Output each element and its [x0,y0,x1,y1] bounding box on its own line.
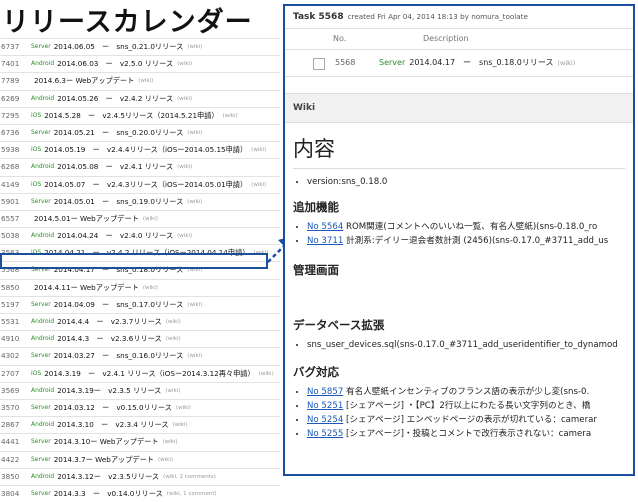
bug-item: No 5251 [シェアページ] ・【PC】2行以上にわたる長い文字列のとき、橋 [307,399,625,413]
task-header: Task 5568 created Fri Apr 04, 2014 18:13 … [285,6,633,29]
task-id[interactable]: 3804 [0,486,31,502]
row-wiki-link[interactable]: (wiki) [558,50,576,76]
task-table-row[interactable]: 5568 Server 2014.04.17 ー sns_0.18.0リリース … [285,50,633,77]
admin-heading: 管理画面 [293,263,339,277]
issue-link[interactable]: No 5255 [307,429,343,439]
col-description: Description [423,34,469,43]
task-table-header: No. Description [285,29,633,50]
issue-link[interactable]: No 3711 [307,236,343,246]
issue-link[interactable]: No 5857 [307,387,343,397]
issue-link[interactable]: No 5251 [307,401,343,411]
version-item: version:sns_0.18.0 [307,175,625,189]
wiki-link[interactable]: (wiki, 1 comment) [167,486,217,502]
task-tracker: Server [31,489,51,497]
row-tracker: Server [379,58,406,67]
feature-item: No 5564 ROM関連(コメントへのいいね一覧、有名人壁紙)(sns-0.1… [307,220,625,234]
issue-link[interactable]: No 5564 [307,222,343,232]
features-heading: 追加機能 [293,200,339,214]
row-no[interactable]: 5568 [335,50,379,76]
bug-item: No 5857 有名人壁紙インセンティブのフランス語の表示が少し変(sns-0. [307,385,625,399]
bug-item: No 5255 [シェアページ]・投稿とコメントで改行表示されない：camera [307,427,625,441]
db-item: sns_user_devices.sql(sns-0.17.0_#3711_ad… [307,338,625,352]
feature-item: No 3711 計測系:デイリー退会者数計測 (2456)(sns-0.17.0… [307,234,625,248]
task-title: Task 5568 [293,12,344,22]
db-heading: データベース拡張 [293,318,385,332]
task-row[interactable]: 3804 Server 2014.3.3 ー v0.14.0リリース (wiki, 1… [0,484,280,502]
row-subject[interactable]: 2014.04.17 ー sns_0.18.0リリース [409,50,553,76]
issue-link[interactable]: No 5254 [307,415,343,425]
wiki-section-bar: Wiki [285,93,633,123]
wiki-content: 内容 version:sns_0.18.0 追加機能 No 5564 ROM関連… [285,133,633,441]
task-detail-panel: Task 5568 created Fri Apr 04, 2014 18:13 … [283,4,635,476]
wiki-heading: 内容 [293,133,625,169]
task-meta: created Fri Apr 04, 2014 18:13 by nomura… [347,12,528,21]
task-subject[interactable]: 2014.3.3 ー v0.14.0リリース [54,486,163,502]
col-no: No. [333,34,347,43]
row-checkbox[interactable] [313,58,325,70]
bugs-heading: バグ対応 [293,365,339,379]
bug-item: No 5254 [シェアページ] エンベッドページの表示が切れている：camer… [307,413,625,427]
